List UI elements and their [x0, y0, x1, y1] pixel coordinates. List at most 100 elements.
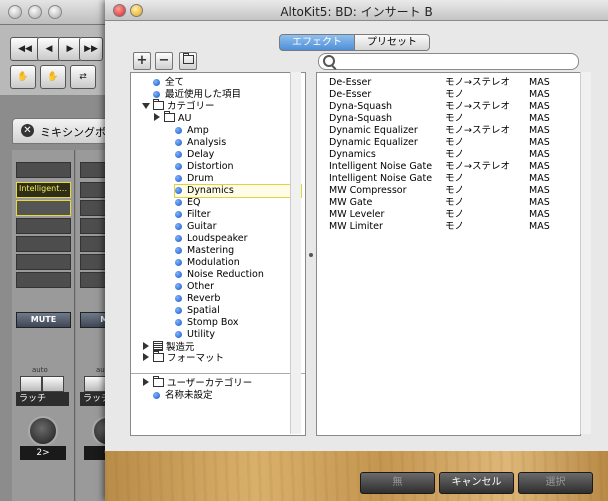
hand-tool-1-button[interactable]: ✋ — [10, 65, 36, 89]
cancel-button[interactable]: キャンセル — [439, 472, 514, 494]
list-icon — [153, 341, 163, 351]
plugin-row[interactable]: De-Esser モノ MAS — [317, 89, 580, 101]
zoom-icon[interactable] — [48, 5, 62, 19]
plugin-name: Dyna-Squash — [329, 113, 393, 124]
plugin-row[interactable]: Dynamic Equalizer モノ MAS — [317, 137, 580, 149]
category-dot-icon — [175, 247, 182, 254]
category-item-mastering[interactable]: Mastering — [175, 245, 301, 257]
select-button[interactable]: 選択 — [518, 472, 593, 494]
category-dot-icon — [175, 127, 182, 134]
plugin-row[interactable]: Intelligent Noise Gate モノ→ステレオ MAS — [317, 161, 580, 173]
folder-button[interactable] — [179, 52, 197, 70]
plugin-format: MAS — [529, 149, 550, 160]
swap-tool-button[interactable]: ⇄ — [70, 65, 96, 89]
close-tab-icon[interactable]: ✕ — [21, 124, 34, 137]
automation-mode-latch[interactable]: ラッチ — [16, 392, 69, 406]
category-item-label: Dynamics — [187, 185, 234, 196]
minimize-icon[interactable] — [28, 5, 42, 19]
automation-read-button[interactable] — [20, 376, 42, 392]
category-item-analysis[interactable]: Analysis — [175, 137, 301, 149]
category-item-フォーマット[interactable]: フォーマット — [142, 351, 301, 365]
none-button[interactable]: 無 — [360, 472, 435, 494]
category-dot-icon — [175, 259, 182, 266]
plugin-row[interactable]: Dyna-Squash モノ→ステレオ MAS — [317, 101, 580, 113]
category-item-label: Noise Reduction — [187, 269, 264, 280]
insert-slot-e[interactable] — [16, 254, 71, 270]
plugin-row[interactable]: Dynamic Equalizer モノ→ステレオ MAS — [317, 125, 580, 137]
category-item-stomp-box[interactable]: Stomp Box — [175, 317, 301, 329]
pan-knob[interactable] — [28, 416, 58, 446]
automation-play-button[interactable] — [42, 376, 64, 392]
category-item-distortion[interactable]: Distortion — [175, 161, 301, 173]
category-item-dynamics[interactable]: Dynamics — [174, 184, 302, 198]
category-item-modulation[interactable]: Modulation — [175, 257, 301, 269]
category-tree-scrollbar[interactable] — [290, 72, 301, 434]
disclosure-closed-icon[interactable] — [143, 378, 149, 386]
plugin-row[interactable]: Dynamics モノ MAS — [317, 149, 580, 161]
category-item-ユーザーカテゴリー[interactable]: ユーザーカテゴリー — [142, 376, 301, 390]
insert-slot-f[interactable] — [16, 272, 71, 288]
category-item-最近使用した項目[interactable]: 最近使用した項目 — [153, 89, 301, 101]
insert-selector-1[interactable] — [16, 162, 71, 178]
plugin-row[interactable]: Dyna-Squash モノ MAS — [317, 113, 580, 125]
category-item-delay[interactable]: Delay — [175, 149, 301, 161]
hand-tool-2-button[interactable]: ✋ — [40, 65, 66, 89]
category-dot-icon — [175, 235, 182, 242]
mixing-board-tab[interactable]: ✕ ミキシングボ — [12, 118, 114, 144]
plugin-row[interactable]: MW Compressor モノ MAS — [317, 185, 580, 197]
add-category-button[interactable]: + — [133, 52, 151, 70]
plugin-row[interactable]: MW Gate モノ MAS — [317, 197, 580, 209]
category-dot-icon — [153, 91, 160, 98]
insert-slot-c[interactable] — [16, 218, 71, 234]
category-dot-icon — [175, 223, 182, 230]
disclosure-closed-icon[interactable] — [143, 342, 149, 350]
category-item-filter[interactable]: Filter — [175, 209, 301, 221]
category-item-spatial[interactable]: Spatial — [175, 305, 301, 317]
search-field[interactable] — [318, 53, 579, 70]
tab-presets[interactable]: プリセット — [355, 34, 430, 51]
plugin-format: MAS — [529, 101, 550, 112]
category-item-reverb[interactable]: Reverb — [175, 293, 301, 305]
automation-read-button-2[interactable] — [84, 376, 106, 392]
plugin-row[interactable]: De-Esser モノ→ステレオ MAS — [317, 77, 580, 89]
category-dot-icon — [153, 79, 160, 86]
category-item-全て[interactable]: 全て — [153, 77, 301, 89]
insert-slot-d[interactable] — [16, 236, 71, 252]
plugin-row[interactable]: MW Limiter モノ MAS — [317, 221, 580, 233]
category-item-utility[interactable]: Utility — [175, 329, 301, 341]
category-item-other[interactable]: Other — [175, 281, 301, 293]
mute-button[interactable]: MUTE — [16, 312, 71, 328]
category-item-noise-reduction[interactable]: Noise Reduction — [175, 269, 301, 281]
plugin-channel-config: モノ→ステレオ — [445, 77, 510, 88]
category-item-label: Utility — [187, 329, 215, 340]
category-item-製造元[interactable]: 製造元 — [142, 341, 301, 353]
mixer-strip-1: Intelligent... MUTE auto ラッチ 2> — [12, 150, 75, 501]
disclosure-closed-icon[interactable] — [143, 353, 149, 361]
category-item-drum[interactable]: Drum — [175, 173, 301, 185]
pane-splitter-handle[interactable] — [309, 253, 313, 257]
tab-effects[interactable]: エフェクト — [279, 34, 355, 51]
remove-category-button[interactable]: − — [155, 52, 173, 70]
folder-icon — [153, 351, 164, 362]
search-input[interactable] — [337, 54, 573, 67]
close-icon[interactable] — [8, 5, 22, 19]
disclosure-open-icon[interactable] — [142, 103, 150, 109]
category-item-guitar[interactable]: Guitar — [175, 221, 301, 233]
plugin-row[interactable]: MW Leveler モノ MAS — [317, 209, 580, 221]
plugin-channel-config: モノ — [445, 197, 465, 208]
category-dot-icon — [175, 283, 182, 290]
plugin-row[interactable]: Intelligent Noise Gate モノ MAS — [317, 173, 580, 185]
plugin-list-scrollbar[interactable] — [580, 72, 591, 434]
automation-label: auto — [32, 366, 48, 374]
rewind-to-start-button[interactable]: ◀◀ — [10, 37, 40, 61]
category-item-名称未設定[interactable]: 名称未設定 — [153, 390, 301, 402]
category-item-label: Amp — [187, 125, 209, 136]
disclosure-closed-icon[interactable] — [154, 113, 160, 121]
category-item-au[interactable]: AU — [153, 111, 301, 125]
insert-slot-b[interactable] — [16, 200, 71, 216]
category-item-loudspeaker[interactable]: Loudspeaker — [175, 233, 301, 245]
fast-forward-button[interactable]: ▶▶ — [79, 37, 103, 61]
category-item-amp[interactable]: Amp — [175, 125, 301, 137]
insert-slot-a[interactable]: Intelligent... — [16, 182, 71, 198]
category-item-eq[interactable]: EQ — [175, 197, 301, 209]
